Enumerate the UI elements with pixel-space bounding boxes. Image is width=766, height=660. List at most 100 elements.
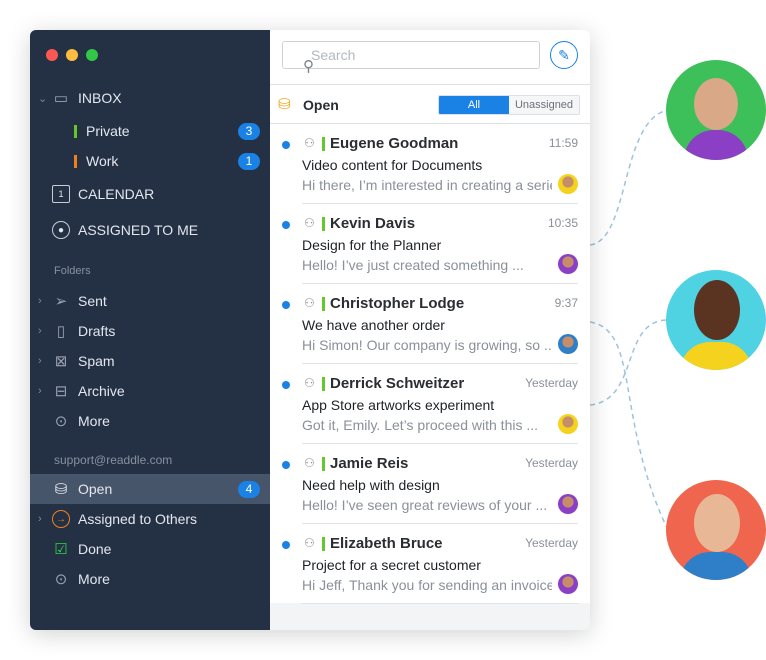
chevron-right-icon[interactable]: › bbox=[38, 355, 42, 367]
archive-icon: ⊟ bbox=[54, 383, 68, 400]
message-preview: Got it, Emily. Let’s proceed with this .… bbox=[302, 417, 539, 433]
calendar-icon: 1 bbox=[52, 185, 70, 203]
unread-dot bbox=[282, 141, 290, 149]
assignee-avatar bbox=[558, 334, 578, 354]
sidebar-item-archive[interactable]: › ⊟ Archive bbox=[30, 376, 270, 406]
tag-color-private bbox=[74, 124, 77, 138]
chevron-right-icon[interactable]: › bbox=[38, 385, 42, 397]
tag-color-private bbox=[322, 217, 325, 231]
chevron-right-icon[interactable]: › bbox=[38, 513, 42, 525]
person-icon: ⚇ bbox=[304, 376, 315, 390]
sidebar-item-drafts[interactable]: › ▯ Drafts bbox=[30, 316, 270, 346]
tag-color-private bbox=[322, 457, 325, 471]
message-preview: Hi Jeff, Thank you for sending an invoic… bbox=[302, 577, 552, 593]
unread-dot bbox=[282, 541, 290, 549]
sidebar-item-assigned-to-others[interactable]: › → Assigned to Others bbox=[30, 504, 270, 534]
tag-color-private bbox=[322, 137, 325, 151]
inbox-icon: ▭ bbox=[53, 90, 69, 107]
message-row[interactable]: ⚇ Christopher Lodge 9:37 We have another… bbox=[270, 284, 590, 364]
done-box-icon: ☑ bbox=[54, 541, 68, 558]
message-row[interactable]: ⚇ Elizabeth Bruce Yesterday Project for … bbox=[270, 524, 590, 604]
message-row[interactable]: ⚇ Kevin Davis 10:35 Design for the Plann… bbox=[270, 204, 590, 284]
sidebar-item-calendar[interactable]: 1 CALENDAR bbox=[30, 179, 270, 209]
tag-color-private bbox=[322, 297, 325, 311]
unread-dot bbox=[282, 461, 290, 469]
filter-unassigned-tab[interactable]: Unassigned bbox=[509, 96, 579, 114]
sidebar-item-more-folders[interactable]: ⊙ More bbox=[30, 406, 270, 436]
message-preview: Hi there, I’m interested in creating a s… bbox=[302, 177, 552, 193]
message-subject: We have another order bbox=[302, 317, 445, 333]
sender-name: Kevin Davis bbox=[330, 215, 416, 232]
sender-name: Jamie Reis bbox=[330, 455, 409, 472]
avatar-user-2 bbox=[666, 270, 766, 370]
message-time: 11:59 bbox=[548, 136, 578, 150]
divider bbox=[302, 603, 578, 604]
message-subject: Project for a secret customer bbox=[302, 557, 481, 573]
more-icon: ⊙ bbox=[54, 571, 68, 588]
message-row[interactable]: ⚇ Eugene Goodman 11:59 Video content for… bbox=[270, 124, 590, 204]
message-row[interactable]: ⚇ Derrick Schweitzer Yesterday App Store… bbox=[270, 364, 590, 444]
message-row[interactable]: ⚇ Jamie Reis Yesterday Need help with de… bbox=[270, 444, 590, 524]
tag-color-private bbox=[322, 377, 325, 391]
sidebar-item-private[interactable]: Private 3 bbox=[30, 116, 270, 146]
search-icon: ⚲ bbox=[303, 58, 314, 75]
assignee-avatar bbox=[558, 574, 578, 594]
more-icon: ⊙ bbox=[54, 413, 68, 430]
compose-button[interactable]: ✎ bbox=[550, 41, 578, 69]
sender-name: Eugene Goodman bbox=[330, 135, 459, 152]
unread-badge: 4 bbox=[238, 480, 260, 498]
zoom-window-button[interactable] bbox=[86, 49, 98, 61]
person-icon: ⚇ bbox=[304, 456, 315, 470]
avatar-user-3 bbox=[666, 480, 766, 580]
sidebar-item-spam[interactable]: › ⊠ Spam bbox=[30, 346, 270, 376]
sender-name: Derrick Schweitzer bbox=[330, 375, 465, 392]
person-icon: ⚇ bbox=[304, 536, 315, 550]
send-icon: ➢ bbox=[54, 293, 68, 310]
sidebar-item-more-shared[interactable]: ⊙ More bbox=[30, 564, 270, 594]
pencil-icon: ✎ bbox=[558, 46, 570, 63]
shared-inbox-icon: ⛁ bbox=[54, 481, 68, 498]
message-subject: Design for the Planner bbox=[302, 237, 442, 253]
message-subject: Need help with design bbox=[302, 477, 440, 493]
message-time: 9:37 bbox=[554, 296, 578, 310]
assignee-avatar bbox=[558, 494, 578, 514]
avatar-user-1 bbox=[666, 60, 766, 160]
message-list-panel: ⚲ Search ✎ ⛁ Open All Unassigned ⚇ Eugene… bbox=[270, 30, 590, 604]
message-subject: Video content for Documents bbox=[302, 157, 483, 173]
unread-dot bbox=[282, 381, 290, 389]
app-window: ⌄ ▭ INBOX Private 3 Work 1 1 CALENDAR ● ASSIGN… bbox=[30, 30, 590, 630]
filter-all-tab[interactable]: All bbox=[439, 96, 509, 114]
chevron-right-icon[interactable]: › bbox=[38, 325, 42, 337]
sidebar-item-inbox[interactable]: ⌄ ▭ INBOX bbox=[30, 83, 270, 113]
message-preview: Hi Simon! Our company is growing, so ... bbox=[302, 337, 552, 353]
sidebar-item-open[interactable]: ⛁ Open 4 bbox=[30, 474, 270, 504]
spam-icon: ⊠ bbox=[54, 353, 68, 370]
message-time: Yesterday bbox=[525, 536, 578, 550]
chevron-right-icon[interactable]: › bbox=[38, 295, 42, 307]
assign-arrow-icon: → bbox=[52, 510, 70, 528]
shared-inbox-icon: ⛁ bbox=[278, 96, 291, 113]
assignee-avatar bbox=[558, 254, 578, 274]
sidebar-item-done[interactable]: ☑ Done bbox=[30, 534, 270, 564]
unread-badge: 3 bbox=[238, 122, 260, 140]
assigned-user-icon: ● bbox=[52, 221, 70, 239]
sender-name: Elizabeth Bruce bbox=[330, 535, 443, 552]
unread-badge: 1 bbox=[238, 152, 260, 170]
close-window-button[interactable] bbox=[46, 49, 58, 61]
sidebar-item-assigned-to-me[interactable]: ● ASSIGNED TO ME bbox=[30, 215, 270, 245]
message-preview: Hello! I’ve just created something ... bbox=[302, 257, 524, 273]
person-icon: ⚇ bbox=[304, 216, 315, 230]
chevron-down-icon[interactable]: ⌄ bbox=[38, 92, 47, 105]
document-icon: ▯ bbox=[56, 323, 66, 340]
sidebar: ⌄ ▭ INBOX Private 3 Work 1 1 CALENDAR ● ASSIGN… bbox=[30, 30, 270, 630]
folders-header: Folders bbox=[54, 265, 91, 277]
person-icon: ⚇ bbox=[304, 296, 315, 310]
message-time: 10:35 bbox=[547, 216, 578, 230]
folder-header: ⛁ Open All Unassigned bbox=[270, 84, 590, 124]
account-header: support@readdle.com bbox=[54, 453, 173, 467]
minimize-window-button[interactable] bbox=[66, 49, 78, 61]
sidebar-item-sent[interactable]: › ➢ Sent bbox=[30, 286, 270, 316]
sidebar-item-work[interactable]: Work 1 bbox=[30, 146, 270, 176]
search-input[interactable]: ⚲ Search bbox=[282, 41, 540, 75]
assignee-avatar bbox=[558, 174, 578, 194]
